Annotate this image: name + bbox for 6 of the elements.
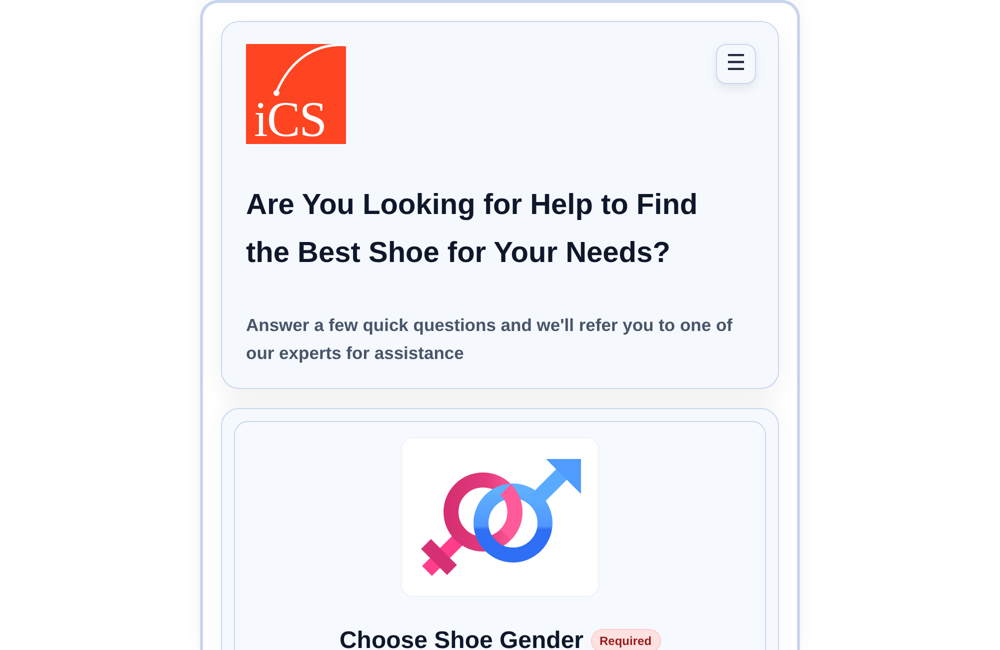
logo: iCS bbox=[246, 44, 346, 144]
intro-text: Answer a few quick questions and we'll refer you to one of our experts for assistance bbox=[246, 314, 734, 365]
required-badge: Required bbox=[590, 629, 661, 650]
question-title: Choose Shoe Gender bbox=[339, 626, 584, 650]
page-heading: Are You Looking for Help to Find the Best Shoe for Your Needs? bbox=[246, 188, 699, 271]
menu-button[interactable]: ☰ bbox=[716, 44, 756, 84]
